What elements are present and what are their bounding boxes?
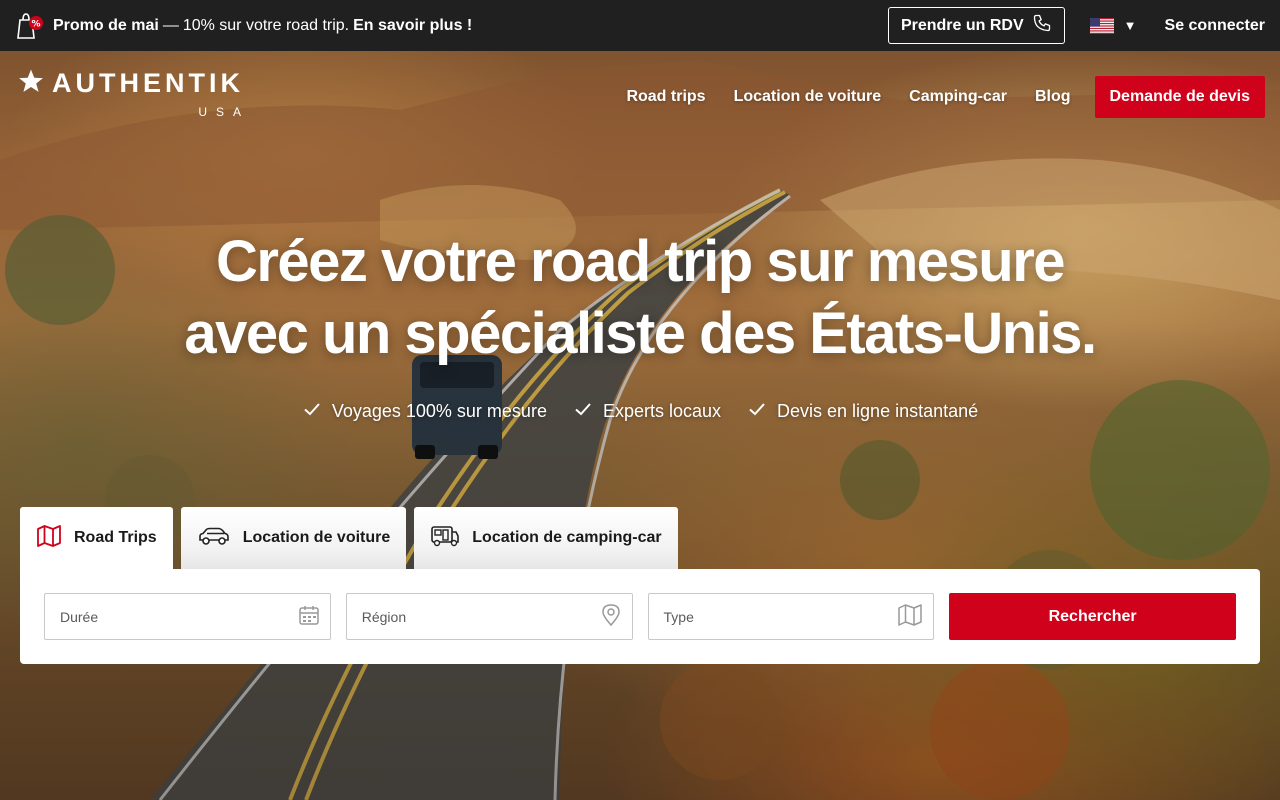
map-icon: [897, 603, 923, 630]
feature-item: Devis en ligne instantané: [747, 399, 978, 424]
feature-label: Voyages 100% sur mesure: [331, 401, 547, 421]
feature-label: Devis en ligne instantané: [777, 401, 979, 421]
feature-item: Voyages 100% sur mesure: [302, 399, 547, 424]
search-tabs: Road Trips Location de voiture Location …: [20, 507, 678, 569]
tab-label: Location de camping-car: [472, 529, 662, 546]
nav-road-trips[interactable]: Road trips: [626, 88, 705, 106]
location-pin-icon: [600, 603, 622, 630]
tab-label: Road Trips: [74, 529, 157, 546]
language-selector[interactable]: ▼: [1089, 17, 1137, 34]
tab-car-rental[interactable]: Location de voiture: [180, 507, 407, 569]
tab-road-trips[interactable]: Road Trips: [20, 507, 173, 569]
promo-title: Promo de mai: [53, 16, 159, 34]
promo-separator: —: [162, 16, 179, 34]
nav-car-rental[interactable]: Location de voiture: [734, 88, 882, 106]
promo-bar: % Promo de mai — 10% sur votre road trip…: [0, 0, 1280, 51]
search-panel: Durée Région Type Rechercher: [20, 569, 1260, 664]
hero-title: Créez votre road trip sur mesure avec un…: [0, 226, 1280, 370]
hero-title-line-1: Créez votre road trip sur mesure: [215, 229, 1066, 294]
promo-description: 10% sur votre road trip.: [182, 16, 350, 34]
nav-blog[interactable]: Blog: [1035, 88, 1071, 106]
duration-field[interactable]: Durée: [44, 593, 331, 640]
phone-icon: [1032, 13, 1052, 38]
svg-text:%: %: [31, 19, 40, 29]
search-button[interactable]: Rechercher: [949, 593, 1236, 640]
feature-label: Experts locaux: [602, 401, 722, 421]
hero-title-line-2: avec un spécialiste des États-Unis.: [184, 301, 1097, 366]
quote-request-button[interactable]: Demande de devis: [1094, 76, 1265, 118]
checkmark-icon: [747, 399, 767, 424]
login-link[interactable]: Se connecter: [1165, 17, 1265, 35]
logo-subtitle: USA: [198, 105, 250, 119]
main-navigation: Road trips Location de voiture Camping-c…: [598, 76, 1265, 118]
logo[interactable]: AUTHENTIK USA: [18, 68, 250, 119]
shopping-bag-percent-icon: %: [15, 11, 45, 41]
us-flag-icon: [1089, 17, 1114, 34]
feature-item: Experts locaux: [573, 399, 721, 424]
calendar-icon: [298, 604, 320, 629]
type-label: Type: [663, 608, 694, 625]
nav-camper[interactable]: Camping-car: [909, 88, 1007, 106]
appointment-label: Prendre un RDV: [900, 16, 1024, 34]
checkmark-icon: [302, 399, 322, 424]
camper-icon: [430, 524, 460, 553]
feature-list: Voyages 100% sur mesure Experts locaux D…: [0, 399, 1280, 424]
logo-wordmark: AUTHENTIK: [52, 68, 244, 98]
appointment-button[interactable]: Prendre un RDV: [887, 7, 1065, 44]
tab-label: Location de voiture: [242, 529, 391, 546]
duration-label: Durée: [60, 608, 99, 625]
checkmark-icon: [573, 399, 593, 424]
car-icon: [197, 524, 231, 553]
chevron-down-icon: ▼: [1123, 18, 1137, 33]
type-field[interactable]: Type: [647, 593, 935, 640]
tab-camper-rental[interactable]: Location de camping-car: [414, 507, 678, 569]
promo-learn-more-link[interactable]: En savoir plus !: [353, 17, 472, 35]
star-icon: [18, 68, 44, 99]
region-field[interactable]: Région: [345, 593, 633, 640]
map-icon: [36, 524, 62, 553]
promo-text: Promo de mai — 10% sur votre road trip. …: [53, 17, 472, 35]
region-label: Région: [361, 608, 407, 625]
